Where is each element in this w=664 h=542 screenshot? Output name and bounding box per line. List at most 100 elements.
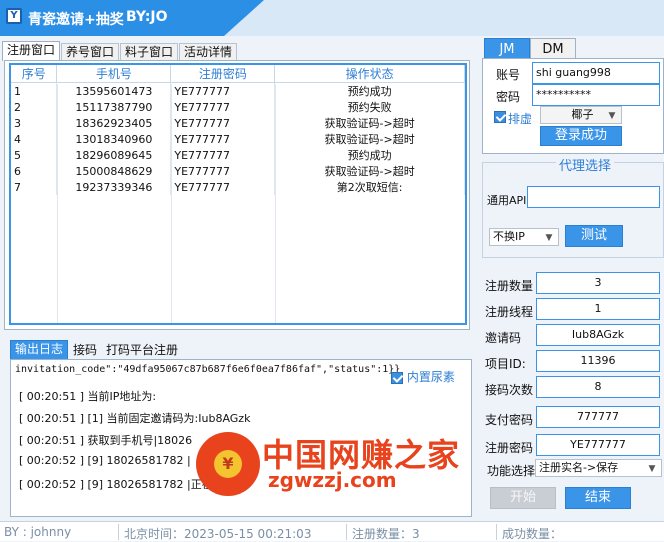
status-bar: BY : johnny 北京时间：2023-05-15 00:21:03 注册数… — [0, 521, 664, 541]
app-icon: Y — [6, 8, 22, 24]
grid-divider — [171, 84, 172, 323]
ip-select[interactable]: 不换IP ▼ — [489, 228, 559, 246]
tab-jm[interactable]: JM — [484, 38, 530, 60]
status-success-count: 成功数量： — [502, 527, 563, 541]
status-by: BY : johnny — [4, 525, 72, 539]
cell-password: YE777777 — [170, 163, 276, 179]
table-row[interactable]: 2 15117387790 YE777777 预约失败 — [11, 99, 465, 115]
cell-phone: 15000848629 — [56, 163, 172, 179]
coin-icon: ¥ — [214, 450, 242, 478]
table-row[interactable]: 5 18296089645 YE777777 预约成功 — [11, 147, 465, 163]
register-panel: 序号 手机号 注册密码 操作状态 1 13595601473 YE777777 预约成… — [4, 60, 470, 330]
tab-activity[interactable]: 活动详情 — [179, 43, 238, 61]
status-separator — [346, 524, 347, 540]
tab-dm[interactable]: DM — [530, 38, 576, 60]
queue-checkbox[interactable] — [494, 111, 506, 123]
grid-divider — [275, 84, 276, 323]
cell-phone: 15117387790 — [56, 99, 172, 115]
table-row[interactable]: 6 15000848629 YE777777 获取验证码->超时 — [11, 163, 465, 179]
login-button[interactable]: 登录成功 — [540, 126, 622, 146]
param-label-sms-count: 接码次数 — [485, 383, 534, 397]
table-row[interactable]: 1 13595601473 YE777777 预约成功 — [11, 82, 465, 99]
param-label-reg-password: 注册密码 — [485, 441, 534, 455]
tab-register[interactable]: 注册窗口 — [2, 41, 61, 61]
title-bar: Y 青瓷邀请+抽奖 BY:JO — [0, 0, 664, 36]
param-label-reg-count: 注册数量 — [485, 279, 534, 293]
cell-phone: 13018340960 — [56, 131, 172, 147]
col-status[interactable]: 操作状态 — [274, 65, 465, 83]
function-label: 功能选择 — [487, 464, 536, 478]
reg-password-input[interactable]: YE777777 — [536, 434, 660, 456]
test-button[interactable]: 测试 — [565, 225, 623, 247]
account-label: 账号 — [496, 68, 521, 82]
tab-sms[interactable]: 接码 — [69, 342, 101, 360]
status-separator — [118, 524, 119, 540]
tab-nurture[interactable]: 养号窗口 — [61, 43, 120, 61]
cell-index: 2 — [11, 99, 58, 115]
queue-label: 排虚 — [508, 112, 533, 126]
param-label-project-id: 项目ID: — [485, 357, 526, 371]
watermark-url: zgwzzj.com — [268, 468, 397, 492]
col-phone[interactable]: 手机号 — [56, 65, 172, 83]
status-reg-count: 注册数量：3 — [352, 527, 420, 541]
cell-password: YE777777 — [170, 147, 276, 163]
status-separator — [496, 524, 497, 540]
grid-divider — [57, 84, 58, 323]
cell-index: 3 — [11, 115, 58, 131]
cell-status: 预约成功 — [274, 82, 465, 99]
sms-count-input[interactable]: 8 — [536, 376, 660, 398]
param-label-pay-password: 支付密码 — [485, 413, 534, 427]
cell-status: 获取验证码->超时 — [274, 131, 465, 147]
tab-output-log[interactable]: 输出日志 — [10, 340, 69, 360]
cell-password: YE777777 — [170, 99, 276, 115]
table-row[interactable]: 3 18362923405 YE777777 获取验证码->超时 — [11, 115, 465, 131]
password-input[interactable]: ********** — [532, 84, 660, 106]
col-index[interactable]: 序号 — [11, 65, 58, 83]
cell-password: YE777777 — [170, 131, 276, 147]
cell-status: 预约失败 — [274, 99, 465, 115]
function-select-value: 注册实名->保存 — [539, 461, 619, 474]
ip-select-value: 不换IP — [493, 230, 525, 243]
proxy-group-title: 代理选择 — [556, 155, 615, 174]
cell-phone: 18362923405 — [56, 115, 172, 131]
param-label-invite-code: 邀请码 — [485, 331, 522, 345]
api-input[interactable] — [527, 186, 660, 208]
reg-thread-input[interactable]: 1 — [536, 298, 660, 320]
title-bar-decoration — [224, 0, 664, 36]
table-row[interactable]: 7 19237339346 YE777777 第2次取短信: — [11, 179, 465, 195]
reg-count-input[interactable]: 3 — [536, 272, 660, 294]
queue-select[interactable]: 椰子 ▼ — [540, 106, 622, 124]
invite-code-input[interactable]: Iub8AGzk — [536, 324, 660, 346]
builtin-checkbox-label: 内置尿素 — [406, 370, 455, 384]
window-subtitle: BY:JO — [126, 9, 168, 25]
log-line: [ 00:20:52 ] [9] 18026581782 | — [19, 454, 191, 467]
cell-phone: 13595601473 — [56, 82, 172, 99]
account-input[interactable]: shi guang998 — [532, 62, 660, 84]
tab-material[interactable]: 料子窗口 — [120, 43, 179, 61]
main-tab-strip: 注册窗口 养号窗口 料子窗口 活动详情 — [2, 41, 238, 61]
function-select[interactable]: 注册实名->保存 ▼ — [535, 459, 662, 477]
cell-index: 5 — [11, 147, 58, 163]
password-label: 密码 — [496, 90, 521, 104]
pay-password-input[interactable]: 777777 — [536, 406, 660, 428]
account-table: 序号 手机号 注册密码 操作状态 1 13595601473 YE777777 预约成… — [11, 65, 465, 195]
start-button[interactable]: 开始 — [490, 487, 556, 509]
cell-index: 4 — [11, 131, 58, 147]
watermark-logo: ¥ — [196, 432, 260, 496]
queue-select-value: 椰子 — [571, 108, 594, 121]
cell-phone: 18296089645 — [56, 147, 172, 163]
col-password[interactable]: 注册密码 — [170, 65, 276, 83]
account-grid: 序号 手机号 注册密码 操作状态 1 13595601473 YE777777 预约成… — [9, 63, 467, 325]
window-title: 青瓷邀请+抽奖 — [28, 12, 124, 28]
chevron-down-icon: ▼ — [648, 464, 656, 474]
cell-status: 获取验证码->超时 — [274, 163, 465, 179]
log-line: [ 00:20:51 ] [1] 当前固定邀请码为:Iub8AGzk — [19, 412, 251, 425]
cell-phone: 19237339346 — [56, 179, 172, 195]
builtin-checkbox-group[interactable]: 内置尿素 — [391, 368, 455, 385]
builtin-checkbox[interactable] — [391, 371, 403, 384]
end-button[interactable]: 结束 — [565, 487, 631, 509]
status-time: 北京时间：2023-05-15 00:21:03 — [124, 527, 312, 541]
table-row[interactable]: 4 13018340960 YE777777 获取验证码->超时 — [11, 131, 465, 147]
project-id-input[interactable]: 11396 — [536, 350, 660, 372]
tab-captcha-register[interactable]: 打码平台注册 — [102, 342, 182, 360]
